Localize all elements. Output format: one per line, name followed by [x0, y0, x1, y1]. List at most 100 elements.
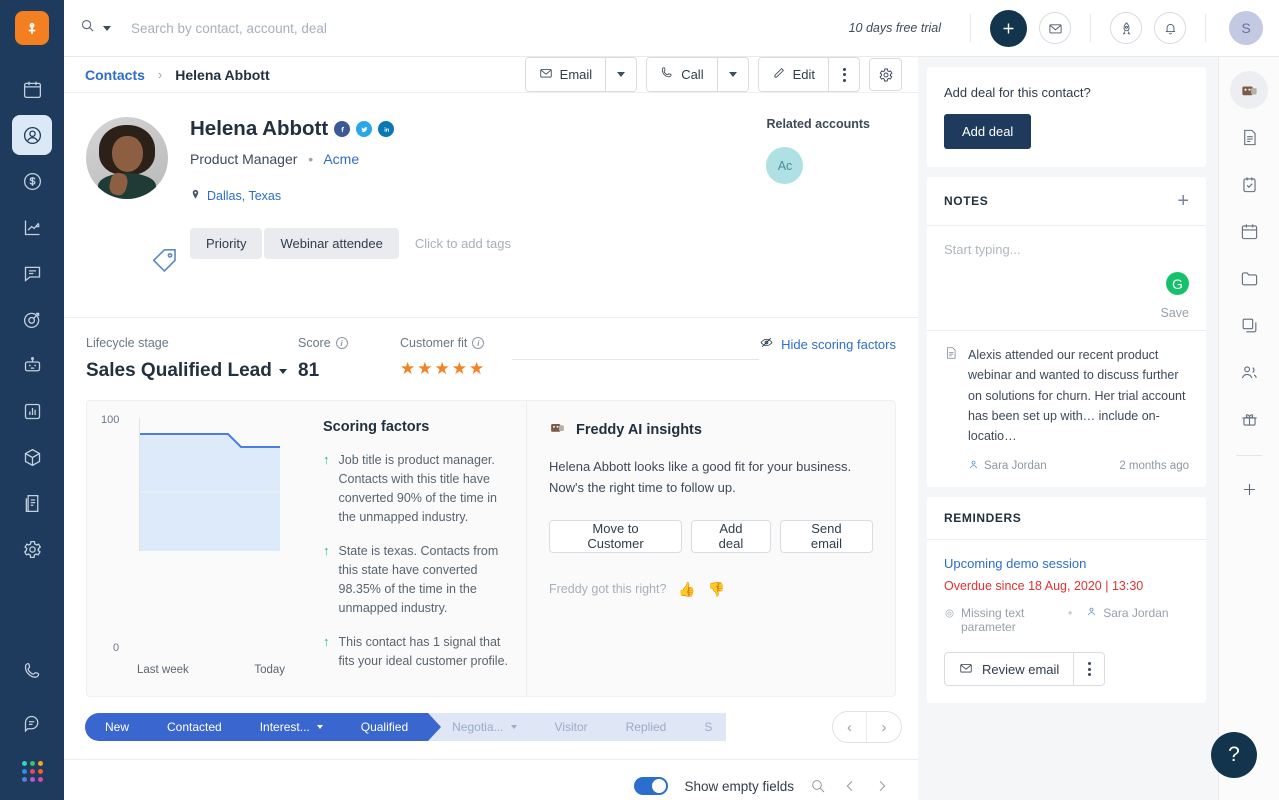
add-deal-question: Add deal for this contact?: [944, 85, 1091, 100]
search-icon[interactable]: [810, 778, 826, 794]
rail-item-deals[interactable]: [1230, 306, 1268, 344]
next-record-button[interactable]: [874, 778, 890, 794]
sidebar-item-phone[interactable]: [12, 651, 52, 691]
tag-priority[interactable]: Priority: [190, 228, 263, 259]
lifecycle-stage-value-row[interactable]: Sales Qualified Lead: [86, 360, 298, 382]
sidebar-item-deals[interactable]: [12, 161, 66, 201]
sidebar-item-settings[interactable]: [12, 529, 52, 569]
review-email-button[interactable]: Review email: [945, 653, 1073, 685]
app-root: 10 days free trial S: [0, 0, 1279, 800]
freshworks-logo-icon[interactable]: [15, 11, 49, 45]
rail-add-widget-button[interactable]: [1230, 470, 1268, 508]
chevron-down-icon: [278, 368, 287, 374]
sidebar-item-chat-support[interactable]: [12, 703, 52, 743]
chevron-down-icon[interactable]: [316, 725, 323, 729]
bell-icon[interactable]: [1154, 12, 1186, 44]
pipeline-stage-interested[interactable]: Interest...: [235, 713, 350, 741]
email-dropdown-chevron-down-icon[interactable]: [606, 58, 636, 91]
score-value: 81: [298, 360, 320, 381]
pipeline-stage-contacted[interactable]: Contacted: [143, 713, 249, 741]
add-button[interactable]: [990, 9, 1027, 47]
divider: [970, 14, 971, 42]
sidebar-item-analytics[interactable]: [12, 391, 52, 431]
contact-company-link[interactable]: Acme: [323, 151, 359, 167]
envelope-icon[interactable]: [1039, 12, 1071, 44]
contact-profile-header: Helena Abbott Product Manager • Acme Dal…: [64, 93, 918, 318]
add-deal-button[interactable]: Add deal: [944, 114, 1032, 149]
show-empty-fields-toggle[interactable]: [634, 777, 669, 795]
add-tags-hint[interactable]: Click to add tags: [415, 236, 511, 251]
pipeline-stage-qualified[interactable]: Qualified: [336, 713, 442, 741]
rail-item-tasks[interactable]: [1230, 165, 1268, 203]
thumbs-up-icon[interactable]: 👍: [678, 581, 695, 598]
linkedin-icon[interactable]: [378, 121, 395, 137]
reminder-owner: Sara Jordan: [1086, 606, 1169, 620]
sidebar-item-goals[interactable]: [12, 299, 52, 339]
scoring-factor-text: This contact has 1 signal that fits your…: [338, 635, 509, 668]
nav-bottom-group: [12, 651, 52, 790]
sidebar-item-calendar[interactable]: [12, 69, 52, 109]
info-icon[interactable]: i: [472, 337, 485, 349]
freddy-action-buttons: Move to Customer Add deal Send email: [549, 519, 873, 553]
pipeline-next-button[interactable]: ›: [867, 712, 901, 742]
call-button[interactable]: Call: [647, 58, 717, 91]
eye-off-icon: [759, 336, 774, 352]
sidebar-item-products[interactable]: [12, 437, 52, 477]
prev-record-button[interactable]: [842, 778, 858, 794]
move-to-customer-button[interactable]: Move to Customer: [549, 519, 683, 553]
rail-item-freddy[interactable]: [1230, 71, 1268, 109]
save-note-button[interactable]: Save: [1161, 306, 1190, 320]
top-bar: 10 days free trial S: [64, 0, 1279, 57]
reminder-title[interactable]: Upcoming demo session: [944, 556, 1189, 571]
pipeline-stage-label: Visitor: [554, 720, 588, 734]
call-dropdown-chevron-down-icon[interactable]: [718, 58, 748, 91]
gear-icon[interactable]: [869, 58, 902, 91]
avatar[interactable]: [86, 117, 168, 199]
sidebar-item-reports[interactable]: [12, 207, 52, 247]
add-deal-button[interactable]: Add deal: [691, 519, 771, 553]
rail-item-appointments[interactable]: [1230, 212, 1268, 250]
chevron-down-icon[interactable]: [510, 725, 517, 729]
search-filter-chevron-down-icon[interactable]: [103, 25, 111, 31]
score-label: Score: [298, 336, 331, 350]
breadcrumb-parent-link[interactable]: Contacts: [85, 67, 145, 83]
grammarly-icon[interactable]: G: [1166, 272, 1189, 295]
score-trend-chart: 100 0 Last week Today: [87, 401, 305, 696]
pipeline-stage-negotiation[interactable]: Negotia...: [428, 713, 544, 741]
plus-icon[interactable]: +: [1177, 191, 1189, 211]
kebab-menu-icon[interactable]: [1073, 653, 1104, 686]
search-input[interactable]: [131, 20, 551, 36]
content-area: Contacts › Helena Abbott Email Call Edit…: [64, 57, 1279, 800]
tag-webinar-attendee[interactable]: Webinar attendee: [264, 228, 399, 259]
avatar[interactable]: S: [1229, 11, 1263, 45]
kebab-menu-icon[interactable]: [829, 58, 859, 91]
note-input[interactable]: Start typing...: [927, 226, 1206, 272]
info-icon[interactable]: i: [335, 337, 348, 349]
hide-scoring-factors-button[interactable]: Hide scoring factors: [759, 336, 896, 352]
note-author-name: Sara Jordan: [984, 460, 1047, 473]
rocket-icon[interactable]: [1110, 12, 1142, 44]
sidebar-item-conversations[interactable]: [12, 253, 66, 293]
contact-location[interactable]: Dallas, Texas: [190, 188, 896, 204]
edit-button[interactable]: Edit: [758, 58, 828, 91]
search-icon[interactable]: [80, 18, 95, 38]
review-email-label: Review email: [982, 661, 1060, 677]
thumbs-down-icon[interactable]: 👎: [708, 581, 725, 598]
facebook-icon[interactable]: [334, 121, 351, 137]
pipeline-prev-button[interactable]: ‹: [833, 712, 867, 742]
rail-item-files[interactable]: [1230, 259, 1268, 297]
rail-item-apps[interactable]: [1230, 400, 1268, 438]
rail-item-activities[interactable]: [1230, 118, 1268, 156]
send-email-button[interactable]: Send email: [779, 519, 873, 553]
email-button[interactable]: Email: [525, 58, 606, 91]
sidebar-item-contacts[interactable]: [12, 115, 66, 155]
rail-item-contacts[interactable]: [1230, 353, 1268, 391]
pipeline-stage-new[interactable]: New: [85, 713, 157, 741]
sidebar-item-bots[interactable]: [12, 345, 52, 385]
scoring-factors-title: Scoring factors: [323, 419, 430, 435]
app-grid-icon[interactable]: [21, 761, 43, 782]
sidebar-item-documents[interactable]: [12, 483, 52, 523]
help-button[interactable]: ?: [1211, 732, 1257, 778]
twitter-icon[interactable]: [356, 121, 373, 137]
related-account-avatar[interactable]: Ac: [766, 147, 804, 184]
